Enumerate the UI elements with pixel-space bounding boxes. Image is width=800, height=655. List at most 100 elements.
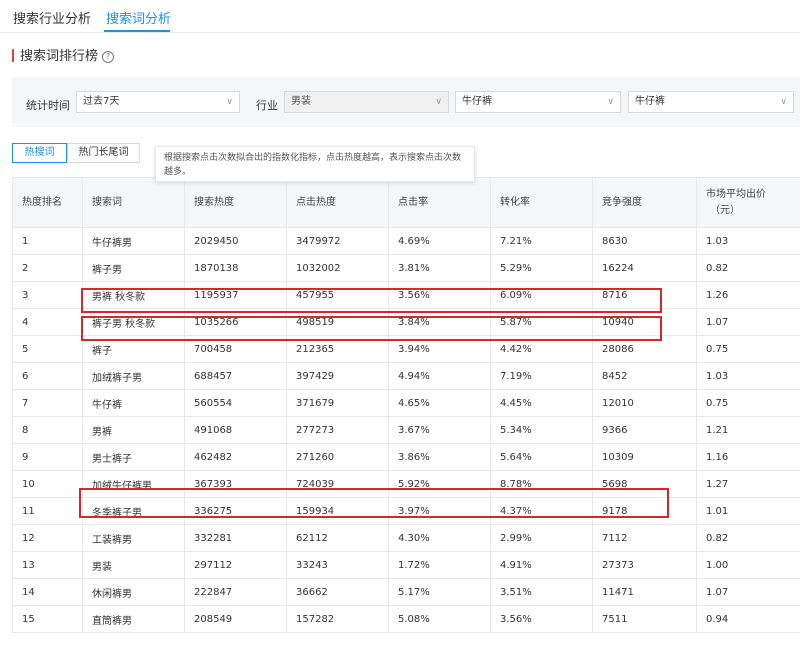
col-header-term[interactable]: 搜索词	[82, 177, 185, 228]
cell-avg-bid: 1.26	[696, 281, 800, 309]
table-row: 6 加绒裤子男 688457 397429 4.94% 7.19% 8452 1.03	[12, 362, 800, 390]
cell-search-heat: 688457	[184, 362, 287, 390]
cell-click-heat: 36662	[286, 578, 389, 606]
period-label: 统计时间	[26, 99, 70, 112]
cell-search-heat: 367393	[184, 470, 287, 498]
cell-conversion: 7.19%	[490, 362, 593, 390]
cell-ctr: 3.81%	[388, 254, 491, 282]
cell-rank: 7	[12, 389, 83, 417]
cell-conversion: 6.09%	[490, 281, 593, 309]
cell-competition: 28086	[592, 335, 697, 363]
tab-search-industry-analysis[interactable]: 搜索行业分析	[13, 8, 91, 27]
col-header-click-heat[interactable]: 点击热度	[286, 177, 389, 228]
cell-term[interactable]: 牛仔裤	[82, 389, 185, 417]
cell-competition: 11471	[592, 578, 697, 606]
cell-avg-bid: 0.94	[696, 605, 800, 633]
cell-conversion: 4.45%	[490, 389, 593, 417]
cell-avg-bid: 1.16	[696, 443, 800, 471]
cell-rank: 15	[12, 605, 83, 633]
cell-search-heat: 297112	[184, 551, 287, 579]
tab-search-term-analysis[interactable]: 搜索词分析	[106, 8, 171, 27]
chevron-down-icon: ∨	[780, 97, 787, 107]
cell-term[interactable]: 加绒裤子男	[82, 362, 185, 390]
industry-select[interactable]: 男装 ∨	[284, 91, 449, 113]
cell-competition: 8716	[592, 281, 697, 309]
cell-click-heat: 277273	[286, 416, 389, 444]
table-header-row: 热度排名 搜索词 搜索热度 点击热度 点击率 转化率 竞争强度 市场平均出价 （元…	[12, 177, 800, 228]
cell-conversion: 5.87%	[490, 308, 593, 336]
cell-term[interactable]: 休闲裤男	[82, 578, 185, 606]
top-tabs: 搜索行业分析 搜索词分析	[0, 0, 800, 33]
cell-ctr: 5.08%	[388, 605, 491, 633]
category1-select[interactable]: 牛仔裤 ∨	[455, 91, 621, 113]
period-select-value: 过去7天	[83, 96, 120, 107]
cell-ctr: 3.67%	[388, 416, 491, 444]
cell-click-heat: 724039	[286, 470, 389, 498]
category2-select-value: 牛仔裤	[635, 96, 665, 107]
table-row: 11 冬季裤子男 336275 159934 3.97% 4.37% 9178 1.01	[12, 497, 800, 525]
cell-search-heat: 222847	[184, 578, 287, 606]
table-row: 13 男装 297112 33243 1.72% 4.91% 27373 1.00	[12, 551, 800, 579]
cell-conversion: 5.34%	[490, 416, 593, 444]
cell-competition: 10309	[592, 443, 697, 471]
cell-competition: 27373	[592, 551, 697, 579]
cell-term[interactable]: 男装	[82, 551, 185, 579]
cell-term[interactable]: 工装裤男	[82, 524, 185, 552]
col-header-rank[interactable]: 热度排名	[12, 177, 83, 228]
cell-term[interactable]: 男裤	[82, 416, 185, 444]
cell-term[interactable]: 男裤 秋冬款	[82, 281, 185, 309]
cell-rank: 14	[12, 578, 83, 606]
cell-term[interactable]: 裤子	[82, 335, 185, 363]
subtab-hot-search[interactable]: 热搜词	[12, 143, 67, 163]
cell-avg-bid: 1.01	[696, 497, 800, 525]
section-title-text: 搜索词排行榜	[20, 49, 99, 64]
cell-click-heat: 397429	[286, 362, 389, 390]
cell-click-heat: 33243	[286, 551, 389, 579]
cell-term[interactable]: 牛仔裤男	[82, 227, 185, 255]
cell-click-heat: 159934	[286, 497, 389, 525]
cell-conversion: 3.51%	[490, 578, 593, 606]
col-header-conversion[interactable]: 转化率	[490, 177, 593, 228]
active-tab-underline	[104, 30, 170, 32]
cell-search-heat: 1035266	[184, 308, 287, 336]
cell-ctr: 4.94%	[388, 362, 491, 390]
table-row: 7 牛仔裤 560554 371679 4.65% 4.45% 12010 0.75	[12, 389, 800, 417]
cell-competition: 10940	[592, 308, 697, 336]
cell-conversion: 5.29%	[490, 254, 593, 282]
col-header-competition[interactable]: 竞争强度	[592, 177, 697, 228]
cell-click-heat: 457955	[286, 281, 389, 309]
cell-search-heat: 491068	[184, 416, 287, 444]
col-header-avg-bid[interactable]: 市场平均出价 （元）	[696, 177, 800, 228]
cell-avg-bid: 0.82	[696, 254, 800, 282]
cell-rank: 9	[12, 443, 83, 471]
cell-search-heat: 336275	[184, 497, 287, 525]
cell-term[interactable]: 裤子男 秋冬款	[82, 308, 185, 336]
cell-term[interactable]: 直筒裤男	[82, 605, 185, 633]
section-title: 搜索词排行榜?	[12, 49, 115, 65]
cell-rank: 11	[12, 497, 83, 525]
cell-ctr: 4.30%	[388, 524, 491, 552]
chevron-down-icon: ∨	[226, 97, 233, 107]
cell-ctr: 3.97%	[388, 497, 491, 525]
table-row: 4 裤子男 秋冬款 1035266 498519 3.84% 5.87% 10940 1.07	[12, 308, 800, 336]
subtab-long-tail[interactable]: 热门长尾词	[67, 143, 140, 163]
question-circle-icon[interactable]: ?	[102, 51, 115, 63]
table-row: 1 牛仔裤男 2029450 3479972 4.69% 7.21% 8630 1.03	[12, 227, 800, 255]
cell-click-heat: 1032002	[286, 254, 389, 282]
col-header-ctr[interactable]: 点击率	[388, 177, 491, 228]
cell-avg-bid: 1.00	[696, 551, 800, 579]
filter-panel: 统计时间 过去7天 ∨ 行业 男装 ∨ 牛仔裤 ∨ 牛仔裤 ∨	[12, 77, 800, 127]
cell-term[interactable]: 冬季裤子男	[82, 497, 185, 525]
table-row: 14 休闲裤男 222847 36662 5.17% 3.51% 11471 1.07	[12, 578, 800, 606]
cell-ctr: 3.84%	[388, 308, 491, 336]
col-header-search-heat[interactable]: 搜索热度	[184, 177, 287, 228]
category2-select[interactable]: 牛仔裤 ∨	[628, 91, 794, 113]
cell-term[interactable]: 加绒牛仔裤男	[82, 470, 185, 498]
cell-click-heat: 62112	[286, 524, 389, 552]
cell-avg-bid: 1.07	[696, 578, 800, 606]
cell-rank: 2	[12, 254, 83, 282]
cell-term[interactable]: 男士裤子	[82, 443, 185, 471]
cell-term[interactable]: 裤子男	[82, 254, 185, 282]
cell-avg-bid: 1.03	[696, 227, 800, 255]
period-select[interactable]: 过去7天 ∨	[76, 91, 240, 113]
